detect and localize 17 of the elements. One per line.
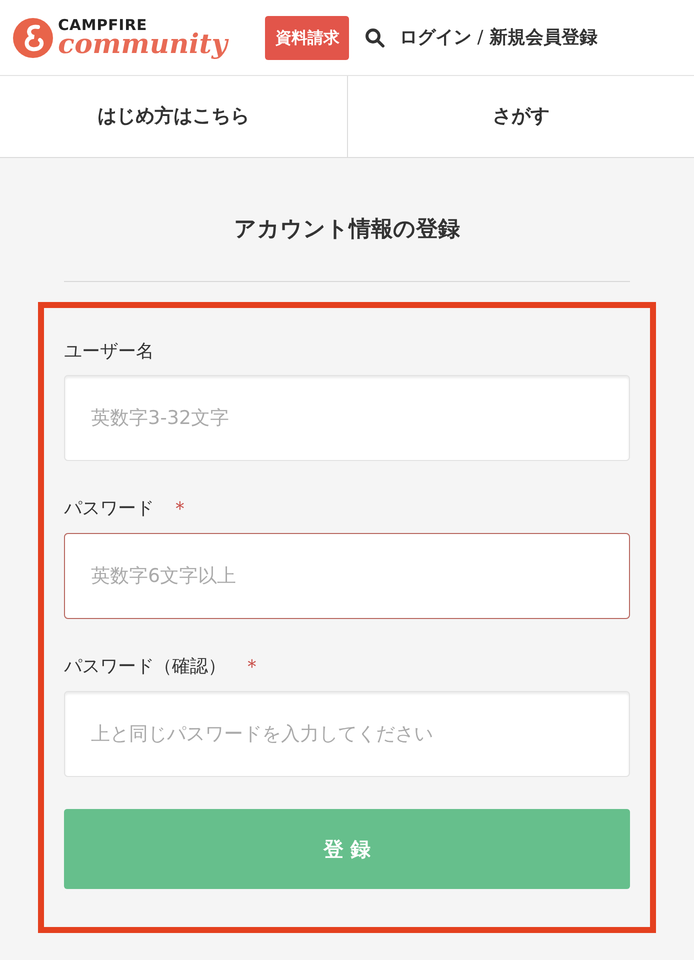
logo-wordmark-top: CAMPFIRE	[58, 18, 148, 32]
nav-tab[interactable]: さがす	[346, 76, 694, 157]
signup-link[interactable]: 新規会員登録	[489, 24, 598, 51]
request-documents-button[interactable]: 資料請求	[265, 16, 350, 60]
link-separator: /	[477, 26, 484, 50]
page-title: アカウント情報の登録	[234, 216, 460, 244]
required-mark: ＊	[242, 653, 262, 680]
field-label: パスワード	[64, 496, 154, 520]
field-label: ユーザー名	[64, 340, 154, 364]
logo-wordmark: community	[58, 30, 228, 58]
search-icon[interactable]	[365, 28, 386, 48]
field-label: パスワード（確認）	[64, 654, 226, 678]
login-link[interactable]: ログイン	[399, 24, 472, 51]
input-field[interactable]: 英数字6文字以上	[64, 533, 630, 619]
nav-tab[interactable]: はじめ方はこちら	[0, 76, 346, 157]
required-mark: ＊	[170, 495, 190, 522]
logo-icon	[12, 16, 54, 58]
